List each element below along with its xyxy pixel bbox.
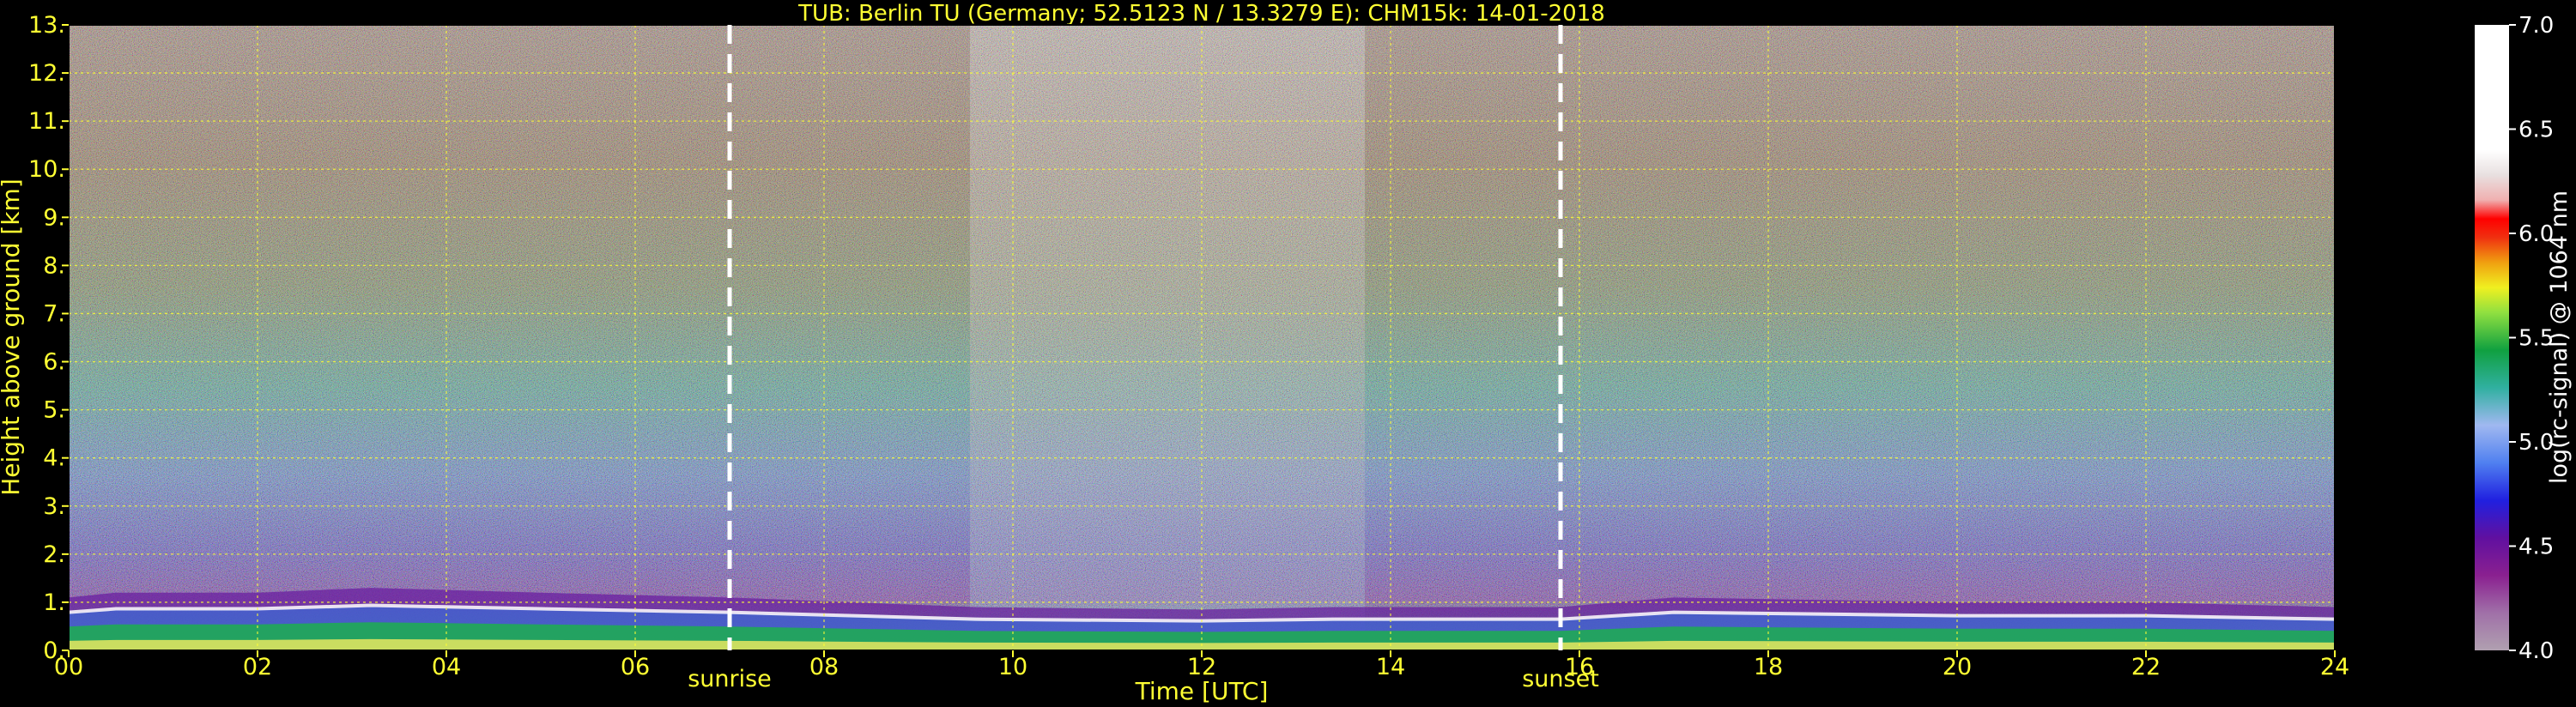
y-tick-label: 5. (43, 397, 65, 424)
y-tick-label: 2. (43, 541, 65, 568)
x-tick-label: 24 (2320, 654, 2349, 680)
x-tick-label: 10 (998, 654, 1027, 680)
x-tick-label: 08 (809, 654, 839, 680)
x-axis-ticks: 00 02 04 06 08 10 12 14 16 18 20 22 24 (54, 650, 2349, 680)
x-tick-label: 20 (1943, 654, 1972, 680)
chart-title: TUB: Berlin TU (Germany; 52.5123 N / 13.… (797, 1, 1605, 27)
y-tick-label: 6. (43, 349, 65, 376)
y-tick-label: 0. (43, 638, 65, 664)
colorbar-tick-label: 4.0 (2518, 638, 2554, 664)
colorbar-tick-label: 4.5 (2518, 535, 2554, 560)
colorbar-tick-label: 6.5 (2518, 118, 2554, 143)
x-tick-label: 04 (432, 654, 461, 680)
x-tick-label: 02 (243, 654, 272, 680)
y-tick-label: 4. (43, 445, 65, 472)
colorbar (2475, 25, 2509, 650)
x-tick-label: 06 (621, 654, 650, 680)
y-tick-label: 13. (28, 12, 65, 39)
x-tick-label: 16 (1565, 654, 1594, 680)
x-tick-label: 14 (1376, 654, 1405, 680)
y-tick-label: 7. (43, 300, 65, 327)
colorbar-label: log(rc-signal) @ 1064 nm (2546, 190, 2573, 484)
y-tick-label: 3. (43, 493, 65, 520)
colorbar-tick-label: 7.0 (2518, 13, 2554, 39)
x-tick-label: 22 (2131, 654, 2161, 680)
x-tick-label: 18 (1754, 654, 1783, 680)
x-axis-label: Time [UTC] (1135, 677, 1269, 705)
sun-marker-label: sunrise (688, 666, 772, 692)
y-tick-label: 8. (43, 252, 65, 279)
y-axis-ticks: 0. 1. 2. 3. 4. 5. 6. 7. 8. 9. 10. 11. 12. 13. (28, 12, 69, 664)
ceilometer-chart: TUB: Berlin TU (Germany; 52.5123 N / 13.… (0, 1, 2573, 705)
y-tick-label: 9. (43, 204, 65, 231)
y-tick-label: 11. (28, 108, 65, 135)
y-tick-label: 10. (28, 156, 65, 183)
y-tick-label: 1. (43, 589, 65, 616)
y-axis-label: Height above ground [km] (0, 178, 25, 496)
y-tick-label: 12. (28, 60, 65, 87)
